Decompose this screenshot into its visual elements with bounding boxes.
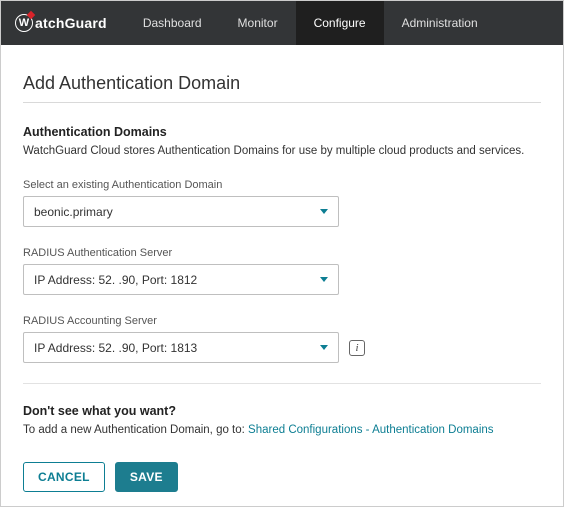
nav-configure[interactable]: Configure [296, 1, 384, 45]
domain-select-value: beonic.primary [34, 205, 113, 219]
radius-auth-value: IP Address: 52. .90, Port: 1812 [34, 273, 197, 287]
footer-text: To add a new Authentication Domain, go t… [23, 424, 541, 436]
action-bar: CANCEL SAVE [23, 462, 541, 492]
radius-auth-label: RADIUS Authentication Server [23, 247, 541, 259]
radius-acct-label: RADIUS Accounting Server [23, 315, 541, 327]
page-content: Add Authentication Domain Authentication… [1, 45, 563, 507]
save-button[interactable]: SAVE [115, 462, 178, 492]
section-heading: Authentication Domains [23, 125, 541, 139]
nav-dashboard[interactable]: Dashboard [125, 1, 220, 45]
nav-administration[interactable]: Administration [384, 1, 496, 45]
info-icon[interactable]: i [349, 340, 365, 356]
nav-monitor[interactable]: Monitor [220, 1, 296, 45]
brand-text: atchGuard [35, 15, 107, 31]
brand-logo: WatchGuard [1, 1, 125, 45]
divider [23, 383, 541, 384]
cancel-button[interactable]: CANCEL [23, 462, 105, 492]
footer-heading: Don't see what you want? [23, 404, 541, 418]
chevron-down-icon [320, 209, 328, 214]
radius-acct-select[interactable]: IP Address: 52. .90, Port: 1813 [23, 332, 339, 363]
radius-acct-value: IP Address: 52. .90, Port: 1813 [34, 341, 197, 355]
chevron-down-icon [320, 277, 328, 282]
domain-select-label: Select an existing Authentication Domain [23, 179, 541, 191]
radius-auth-select[interactable]: IP Address: 52. .90, Port: 1812 [23, 264, 339, 295]
chevron-down-icon [320, 345, 328, 350]
footer-prefix: To add a new Authentication Domain, go t… [23, 424, 248, 436]
section-description: WatchGuard Cloud stores Authentication D… [23, 145, 541, 157]
top-nav: WatchGuard Dashboard Monitor Configure A… [1, 1, 563, 45]
shared-config-link[interactable]: Shared Configurations - Authentication D… [248, 424, 493, 436]
page-title: Add Authentication Domain [23, 73, 541, 103]
domain-select[interactable]: beonic.primary [23, 196, 339, 227]
logo-mark-icon: W [15, 14, 33, 32]
